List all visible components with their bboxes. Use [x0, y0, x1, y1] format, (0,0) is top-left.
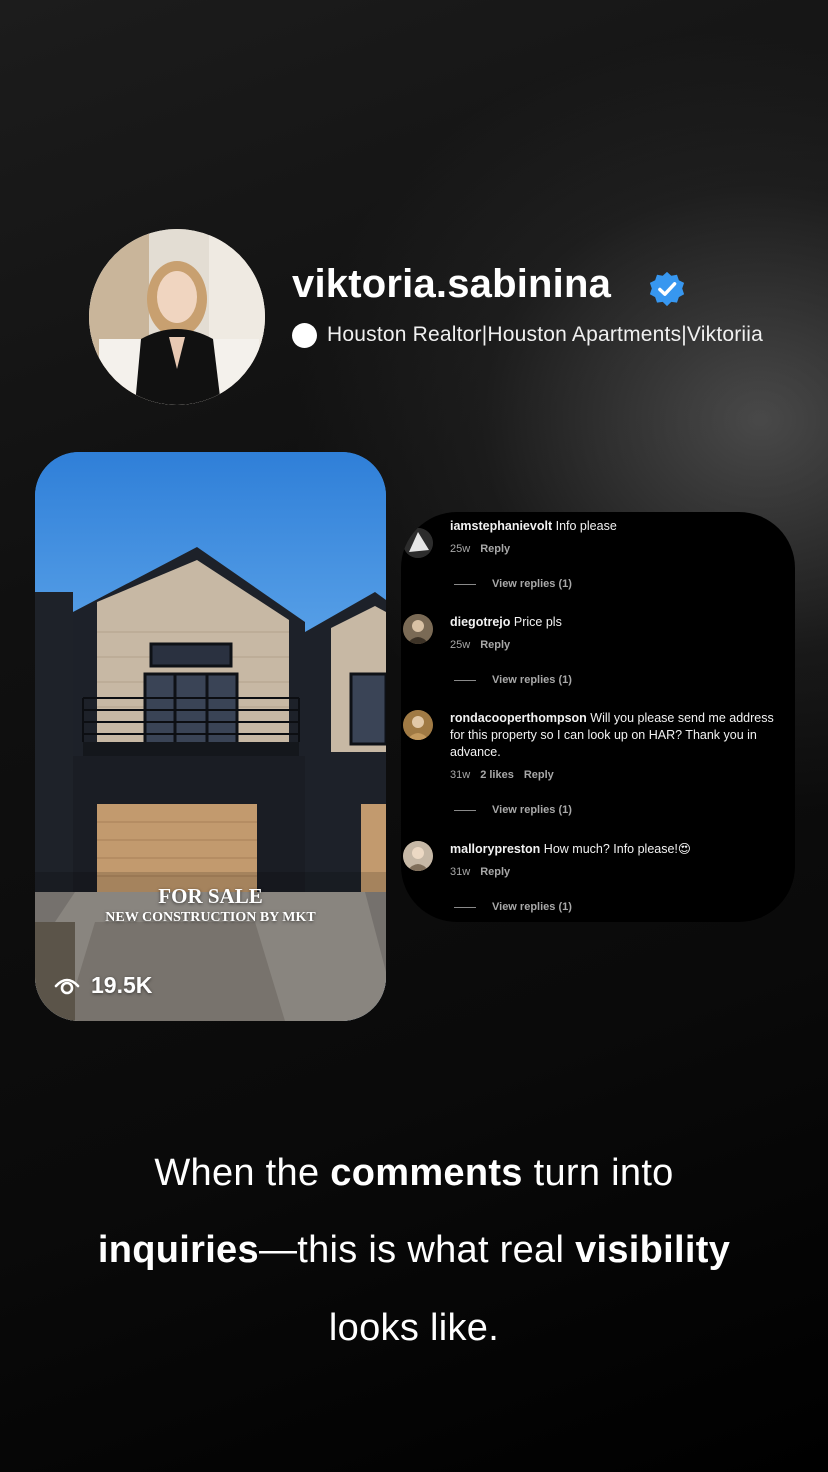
comment-meta: 25w Reply — [450, 639, 520, 651]
comment-message: Info please — [555, 519, 617, 533]
comment-age: 25w — [450, 639, 471, 651]
bio-text: Houston Realtor|Houston Apartments|Vikto… — [327, 323, 764, 346]
reply-button[interactable]: Reply — [480, 543, 510, 555]
view-replies-label: View replies (1) — [492, 901, 572, 913]
caption-text: When the — [154, 1152, 331, 1194]
dash-divider — [454, 679, 476, 681]
commenter-avatar[interactable] — [403, 614, 433, 644]
reply-button[interactable]: Reply — [480, 866, 510, 878]
view-replies-button[interactable]: View replies (1) — [454, 803, 572, 817]
caption-emphasis: visibility — [575, 1229, 731, 1271]
view-replies-label: View replies (1) — [492, 804, 572, 816]
comment-meta: 31w Reply — [450, 866, 520, 878]
comment-text: mallorypreston How much? Info please!😍 — [450, 841, 795, 858]
caption-text: turn into — [522, 1152, 674, 1194]
reply-button[interactable]: Reply — [480, 639, 510, 651]
dash-divider — [454, 583, 476, 585]
comment-username[interactable]: rondacooperthompson — [450, 711, 587, 725]
comment-message: How much? Info please!😍 — [543, 842, 691, 856]
comment-username[interactable]: diegotrejo — [450, 615, 510, 629]
caption-line-3: looks like. — [0, 1307, 828, 1350]
comment-meta: 25w Reply — [450, 543, 520, 555]
commenter-avatar[interactable] — [403, 528, 433, 558]
comments-panel: iamstephanievolt Info please 25w Reply Vi… — [401, 512, 795, 922]
comment-likes[interactable]: 2 likes — [480, 769, 514, 781]
view-replies-label: View replies (1) — [492, 578, 572, 590]
profile-photo — [89, 229, 265, 405]
commenter-avatar[interactable] — [403, 841, 433, 871]
overlay-title: FOR SALE — [158, 884, 263, 908]
caption-line-1: When the comments turn into — [0, 1152, 828, 1195]
comment-message: Will you please send me address — [590, 711, 774, 725]
comment-username[interactable]: iamstephanievolt — [450, 519, 552, 533]
verified-badge-icon — [649, 271, 685, 307]
comment-message: Price pls — [513, 615, 562, 629]
dash-divider — [454, 809, 476, 811]
profile-avatar[interactable] — [89, 229, 265, 405]
post-thumbnail[interactable] — [35, 452, 386, 1021]
comment-text: iamstephanievolt Info please — [450, 518, 795, 535]
caption-emphasis: comments — [330, 1152, 523, 1194]
caption-emphasis: inquiries — [97, 1229, 259, 1271]
commenter-avatar[interactable] — [403, 710, 433, 740]
comment-meta: 31w 2 likes Reply — [450, 769, 564, 781]
reply-button[interactable]: Reply — [524, 769, 554, 781]
view-replies-button[interactable]: View replies (1) — [454, 900, 572, 914]
eye-icon — [54, 978, 80, 995]
comment-age: 31w — [450, 866, 471, 878]
comment-message-line3: advance. — [450, 745, 501, 759]
view-replies-button[interactable]: View replies (1) — [454, 673, 572, 687]
views-counter: 19.5K — [53, 969, 152, 1001]
avatar-photo — [403, 614, 433, 644]
view-replies-button[interactable]: View replies (1) — [454, 577, 572, 591]
comment-text: diegotrejo Price pls — [450, 614, 795, 631]
caption-text: looks like. — [328, 1307, 500, 1349]
avatar-photo — [403, 841, 433, 871]
avatar-photo — [403, 710, 433, 740]
profile-username[interactable]: viktoria.sabinina — [292, 262, 611, 307]
comment-age: 31w — [450, 769, 471, 781]
comment-username[interactable]: mallorypreston — [450, 842, 540, 856]
avatar-photo — [403, 528, 433, 558]
house-photo — [35, 452, 386, 1021]
overlay-subtitle: NEW CONSTRUCTION BY MKT — [105, 910, 316, 925]
dash-divider — [454, 906, 476, 908]
comment-text: rondacooperthompson Will you please send… — [450, 710, 795, 761]
comment-age: 25w — [450, 543, 471, 555]
profile-bio: Houston Realtor|Houston Apartments|Vikto… — [292, 320, 763, 350]
comment-message-line2: for this property so I can look up on HA… — [450, 728, 757, 742]
view-replies-label: View replies (1) — [492, 674, 572, 686]
caption-text: —this is what real — [258, 1229, 576, 1271]
status-dot-icon — [292, 322, 317, 348]
caption-line-2: inquiries—this is what real visibility — [0, 1229, 828, 1272]
views-count: 19.5K — [91, 971, 153, 998]
